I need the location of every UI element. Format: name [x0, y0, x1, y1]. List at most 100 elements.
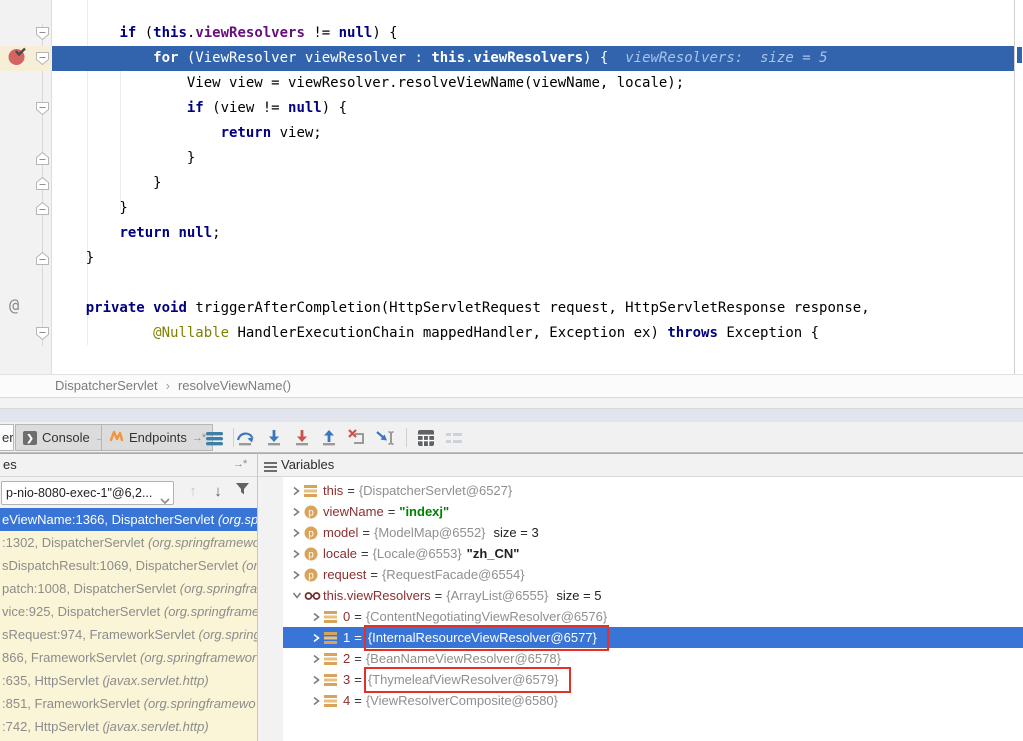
code-token: void — [153, 300, 187, 316]
frame-row[interactable]: sRequest:974, FrameworkServlet (org.spri… — [0, 623, 257, 646]
fold-open-marker-icon[interactable] — [35, 51, 50, 66]
fold-close-marker-icon[interactable] — [35, 251, 50, 266]
code-line[interactable]: return null; — [52, 221, 1014, 246]
variable-row[interactable]: this.viewResolvers={ArrayList@6555}size … — [283, 585, 1023, 606]
chevron-right-icon[interactable] — [289, 507, 304, 517]
code-line[interactable]: if (view != null) { — [52, 96, 1014, 121]
tab-debugger-partial[interactable]: er — [0, 424, 14, 451]
variable-name: this — [323, 480, 343, 501]
chevron-right-icon[interactable] — [289, 549, 304, 559]
layout-settings-icon[interactable] — [444, 428, 464, 448]
editor-gutter[interactable]: @ — [0, 0, 52, 374]
code-token: ) { — [372, 25, 397, 41]
chevron-down-icon[interactable] — [289, 591, 304, 600]
variable-row[interactable]: 1={InternalResourceViewResolver@6577} — [283, 627, 1023, 648]
code-token: viewResolvers — [473, 50, 583, 66]
step-into-icon[interactable] — [264, 428, 284, 448]
code-line[interactable]: } — [52, 196, 1014, 221]
code-line[interactable]: } — [52, 246, 1014, 271]
step-out-icon[interactable] — [319, 428, 339, 448]
chevron-right-icon[interactable] — [309, 654, 324, 664]
fold-close-marker-icon[interactable] — [35, 201, 50, 216]
variable-row[interactable]: 4={ViewResolverComposite@6580} — [283, 690, 1023, 711]
frame-location: vice:925, DispatcherServlet — [2, 604, 164, 619]
frame-row[interactable]: :851, FrameworkServlet (org.springframew… — [0, 692, 257, 715]
variable-value: {DispatcherServlet@6527} — [359, 480, 512, 501]
execution-point-stripe-mark[interactable] — [1017, 47, 1022, 63]
code-lines[interactable]: if (this.viewResolvers != null) { for (V… — [52, 21, 1014, 346]
code-line[interactable]: return view; — [52, 121, 1014, 146]
frame-row[interactable]: :635, HttpServlet (javax.servlet.http) — [0, 669, 257, 692]
code-line[interactable]: @Nullable HandlerExecutionChain mappedHa… — [52, 321, 1014, 346]
fold-open-marker-icon[interactable] — [35, 326, 50, 341]
code-line[interactable]: if (this.viewResolvers != null) { — [52, 21, 1014, 46]
step-over-icon[interactable] — [236, 428, 256, 448]
frame-down-icon[interactable]: ↓ — [208, 481, 228, 503]
code-line[interactable]: } — [52, 146, 1014, 171]
breakpoint-icon[interactable] — [8, 47, 27, 66]
variable-row[interactable]: 3={ThymeleafViewResolver@6579} — [283, 669, 1023, 690]
drop-frame-icon[interactable] — [347, 428, 367, 448]
breadcrumb-method[interactable]: resolveViewName() — [178, 378, 291, 393]
frame-row[interactable]: 866, FrameworkServlet (org.springframewo… — [0, 646, 257, 669]
run-to-cursor-icon[interactable] — [375, 428, 395, 448]
frames-list[interactable]: eViewName:1366, DispatcherServlet (org.s… — [0, 508, 257, 741]
chevron-right-icon[interactable] — [309, 633, 324, 643]
frame-row[interactable]: vice:925, DispatcherServlet (org.springf… — [0, 600, 257, 623]
variable-value: {ViewResolverComposite@6580} — [366, 690, 558, 711]
code-token: ; — [212, 225, 220, 241]
code-token: @Nullable — [153, 325, 229, 341]
fold-close-marker-icon[interactable] — [35, 151, 50, 166]
execution-line[interactable]: for (ViewResolver viewResolver : this.vi… — [52, 46, 1014, 71]
fold-open-marker-icon[interactable] — [35, 101, 50, 116]
force-step-into-icon[interactable] — [292, 428, 312, 448]
variable-row[interactable]: prequest={RequestFacade@6554} — [283, 564, 1023, 585]
code-line[interactable] — [52, 271, 1014, 296]
frame-row[interactable]: :742, HttpServlet (javax.servlet.http) — [0, 715, 257, 738]
frame-row[interactable]: eViewName:1366, DispatcherServlet (org.s… — [0, 508, 257, 531]
frame-row[interactable]: patch:1008, DispatcherServlet (org.sprin… — [0, 577, 257, 600]
code-token: return — [221, 125, 272, 141]
code-editor[interactable]: @ if (this.viewResolvers != null) { for … — [0, 0, 1023, 374]
frame-row[interactable]: :1302, DispatcherServlet (org.springfram… — [0, 531, 257, 554]
threads-view-icon[interactable] — [205, 428, 225, 448]
chevron-right-icon[interactable] — [289, 570, 304, 580]
editor-error-stripe[interactable] — [1014, 0, 1023, 374]
pin-icon[interactable]: →* — [233, 458, 246, 470]
code-token: viewResolvers — [195, 25, 305, 41]
fold-open-marker-icon[interactable] — [35, 26, 50, 41]
frame-up-icon[interactable]: ↑ — [183, 481, 203, 503]
chevron-right-icon[interactable] — [309, 696, 324, 706]
code-token: } — [52, 150, 195, 166]
param-icon: p — [304, 547, 323, 561]
code-line[interactable]: private void triggerAfterCompletion(Http… — [52, 296, 1014, 321]
frame-package: (javax.servlet.http) — [102, 673, 208, 688]
tab-endpoints[interactable]: Endpoints →* — [101, 424, 213, 451]
filter-icon[interactable] — [232, 481, 252, 503]
chevron-right-icon[interactable] — [309, 612, 324, 622]
variable-row[interactable]: pmodel={ModelMap@6552}size = 3 — [283, 522, 1023, 543]
variable-row[interactable]: this={DispatcherServlet@6527} — [283, 480, 1023, 501]
frame-location: :851, FrameworkServlet — [2, 696, 144, 711]
fold-close-marker-icon[interactable] — [35, 176, 50, 191]
code-line[interactable]: View view = viewResolver.resolveViewName… — [52, 71, 1014, 96]
frame-row[interactable]: sDispatchResult:1069, DispatcherServlet … — [0, 554, 257, 577]
chevron-right-icon[interactable] — [289, 528, 304, 538]
variables-menu-icon[interactable] — [264, 461, 277, 476]
code-token: ) { — [322, 100, 347, 116]
evaluate-expression-icon[interactable] — [416, 428, 436, 448]
tab-console-label: Console — [42, 430, 90, 445]
code-token: null — [178, 225, 212, 241]
variables-tree[interactable]: this={DispatcherServlet@6527}pviewName="… — [283, 477, 1023, 741]
thread-selector-dropdown[interactable]: p-nio-8080-exec-1"@6,2... — [1, 481, 174, 505]
pin-icon[interactable]: →* — [192, 432, 205, 444]
code-token: != — [305, 25, 339, 41]
variable-row[interactable]: pviewName="indexj" — [283, 501, 1023, 522]
code-token: throws — [667, 325, 718, 341]
variable-row[interactable]: plocale={Locale@6553}"zh_CN" — [283, 543, 1023, 564]
svg-text:p: p — [308, 570, 314, 581]
chevron-right-icon[interactable] — [289, 486, 304, 496]
code-line[interactable]: } — [52, 171, 1014, 196]
chevron-right-icon[interactable] — [309, 675, 324, 685]
breadcrumb-class[interactable]: DispatcherServlet — [55, 378, 158, 393]
